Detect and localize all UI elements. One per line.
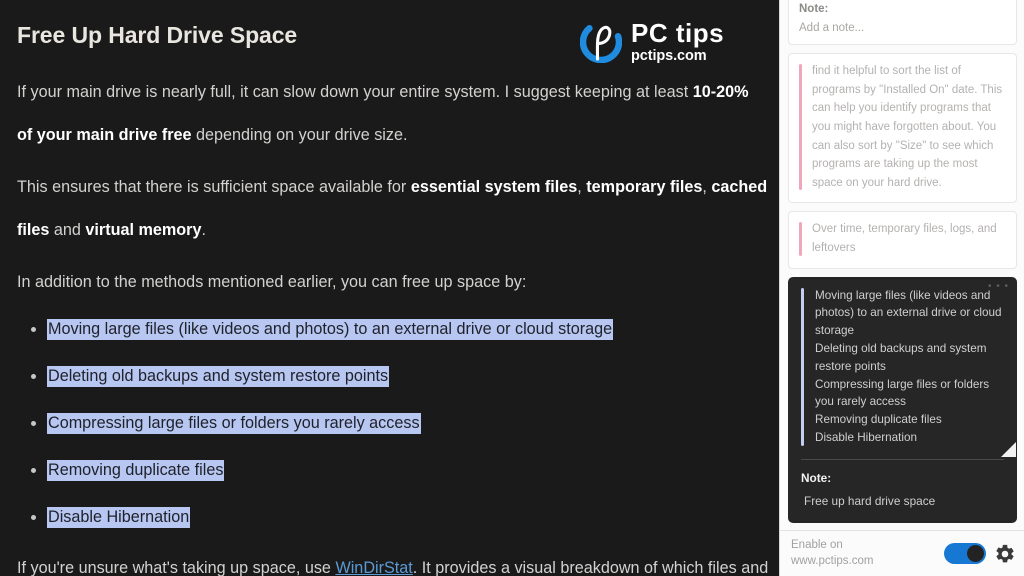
- logo-domain: pctips.com: [631, 48, 707, 65]
- windirstat-link[interactable]: WinDirStat: [335, 559, 412, 576]
- p2-sep-1: ,: [577, 177, 587, 196]
- p1-text-bold: 10-20%: [692, 83, 749, 101]
- selected-text[interactable]: Disable Hibernation: [47, 507, 191, 529]
- panel-footer: Enable on www.pctips.com: [780, 530, 1024, 576]
- article-body: If your main drive is nearly full, it ca…: [17, 78, 779, 576]
- enable-site-label: Enable on www.pctips.com: [791, 538, 944, 568]
- note-card-label: Note:: [799, 3, 829, 15]
- note-card-empty[interactable]: Note: Add a note...: [788, 0, 1017, 45]
- p2-line2-text: and: [49, 221, 86, 240]
- logo-wordmark: PC tips pctips.com: [631, 20, 724, 64]
- active-quote-editor[interactable]: Moving large files (like videos and phot…: [789, 278, 1016, 457]
- note-label: Note:: [801, 470, 832, 485]
- note-card-quote[interactable]: find it helpful to sort the list of prog…: [788, 53, 1017, 204]
- paragraph-2-line-1: This ensures that there is sufficient sp…: [17, 173, 779, 202]
- note-value[interactable]: Free up hard drive space: [801, 494, 1004, 508]
- enable-line-2: www.pctips.com: [791, 554, 874, 567]
- list-item: Moving large files (like videos and phot…: [31, 319, 779, 341]
- selected-text[interactable]: Deleting old backups and system restore …: [47, 366, 390, 388]
- note-card-active[interactable]: • • • Moving large files (like videos an…: [788, 276, 1017, 523]
- selected-text[interactable]: Moving large files (like videos and phot…: [47, 319, 614, 341]
- add-note-input[interactable]: Add a note...: [799, 22, 1006, 34]
- list-item: Disable Hibernation: [31, 507, 779, 529]
- screen-root: Free Up Hard Drive Space PC tips pctips.…: [0, 0, 1024, 576]
- extension-panel: Note: Add a note... find it helpful to s…: [779, 0, 1024, 576]
- note-card-quote[interactable]: Over time, temporary files, logs, and le…: [788, 211, 1017, 269]
- active-note-section[interactable]: Note: Free up hard drive space: [789, 460, 1016, 522]
- p2-line2-bold-2: virtual memory: [85, 221, 202, 240]
- gear-icon[interactable]: [994, 543, 1016, 565]
- p1-text-a: If your main drive is nearly full, it ca…: [17, 83, 693, 101]
- list-item: Deleting old backups and system restore …: [31, 366, 779, 388]
- pctips-logo[interactable]: PC tips pctips.com: [580, 16, 779, 68]
- article-content: Free Up Hard Drive Space PC tips pctips.…: [0, 0, 779, 576]
- p4-text-b: . It provides a visual breakdown of whic…: [412, 559, 769, 576]
- resize-corner-icon[interactable]: [781, 567, 789, 575]
- p1-line2-text: depending on your drive size.: [191, 126, 408, 145]
- paragraph-4-line-1: If you're unsure what's taking up space,…: [17, 554, 779, 576]
- paragraph-1-line-2: of your main drive free depending on you…: [17, 121, 779, 150]
- paragraph-1-line-1: If your main drive is nearly full, it ca…: [17, 78, 779, 107]
- notes-list[interactable]: Note: Add a note... find it helpful to s…: [780, 0, 1024, 530]
- page-title: Free Up Hard Drive Space: [17, 22, 298, 48]
- selected-text[interactable]: Compressing large files or folders you r…: [47, 413, 421, 435]
- p4-text-a: If you're unsure what's taking up space,…: [17, 559, 336, 576]
- logo-title: PC tips: [631, 18, 725, 49]
- resize-grip-icon[interactable]: [999, 440, 1016, 457]
- list-item: Removing duplicate files: [31, 460, 779, 482]
- selected-text[interactable]: Removing duplicate files: [47, 460, 225, 482]
- enable-site-toggle[interactable]: [944, 543, 986, 564]
- pctips-p-logo-icon: [580, 21, 622, 63]
- p2-bold-2: temporary files: [586, 177, 703, 196]
- tips-list: Moving large files (like videos and phot…: [17, 319, 779, 529]
- list-item: Compressing large files or folders you r…: [31, 413, 779, 435]
- p2-line2-period: .: [201, 221, 206, 240]
- quote-text: Moving large files (like videos and phot…: [801, 287, 1004, 447]
- enable-line-1: Enable on: [791, 539, 843, 552]
- paragraph-3: In addition to the methods mentioned ear…: [17, 272, 527, 291]
- toggle-knob: [967, 545, 984, 562]
- p2-text-a: This ensures that there is sufficient sp…: [17, 177, 411, 196]
- article-header: Free Up Hard Drive Space PC tips pctips.…: [17, 14, 779, 68]
- p1-line2-bold: of your main drive free: [17, 126, 192, 145]
- p2-sep-2: ,: [702, 177, 712, 196]
- p2-bold-3: cached: [711, 177, 768, 196]
- quote-text: Over time, temporary files, logs, and le…: [799, 220, 1006, 257]
- quote-text: find it helpful to sort the list of prog…: [799, 62, 1006, 192]
- p2-bold-1: essential system files: [410, 177, 578, 196]
- p2-line2-bold-1: files: [17, 221, 50, 240]
- paragraph-2-line-2: files and virtual memory.: [17, 216, 779, 245]
